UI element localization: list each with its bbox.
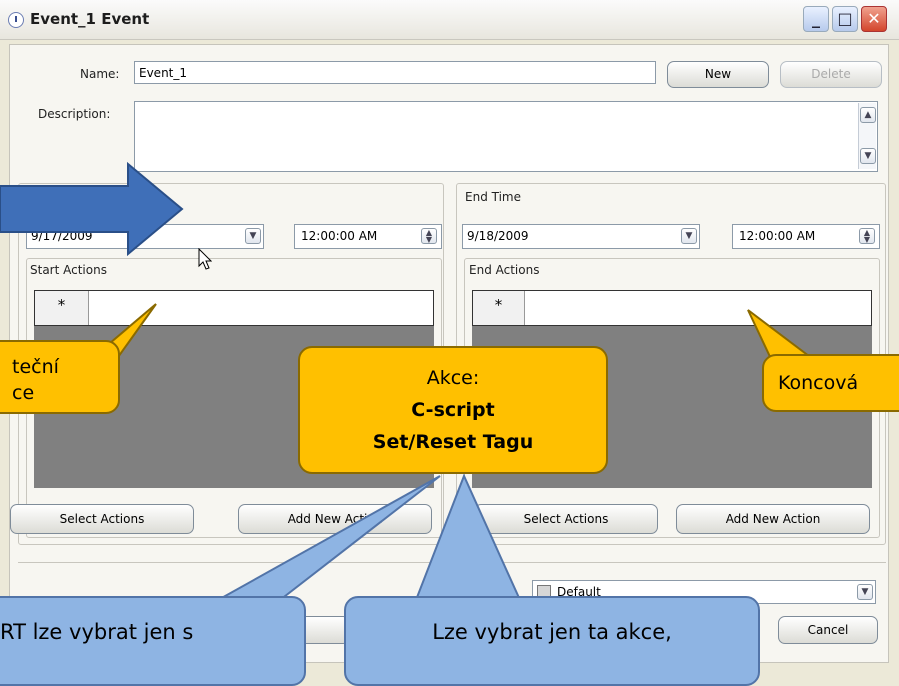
callout-text-line: teční bbox=[12, 356, 59, 378]
actions-note-callout: Lze vybrat jen ta akce, bbox=[344, 596, 760, 686]
annotation-layer bbox=[0, 161, 841, 601]
callout-pointer bbox=[214, 475, 441, 601]
start-note-callout: RT lze vybrat jen s bbox=[0, 596, 306, 686]
start-actions-callout: teční ce bbox=[0, 340, 120, 414]
callout-pointer bbox=[414, 473, 522, 601]
callout-text-line: ce bbox=[12, 382, 35, 404]
end-actions-callout: Koncová bbox=[762, 354, 899, 412]
callout-text-line: Koncová bbox=[778, 372, 859, 394]
arrow-right-icon bbox=[0, 161, 184, 257]
callout-text-line: C-script bbox=[411, 399, 495, 421]
callout-text-line: Set/Reset Tagu bbox=[372, 431, 534, 453]
callout-text-line: Akce: bbox=[426, 367, 480, 389]
mouse-cursor-icon bbox=[198, 248, 212, 270]
callout-text-line: RT lze vybrat jen s bbox=[0, 620, 194, 644]
actions-type-callout: Akce: C-script Set/Reset Tagu bbox=[298, 346, 608, 474]
callout-text-line: Lze vybrat jen ta akce, bbox=[432, 620, 672, 644]
